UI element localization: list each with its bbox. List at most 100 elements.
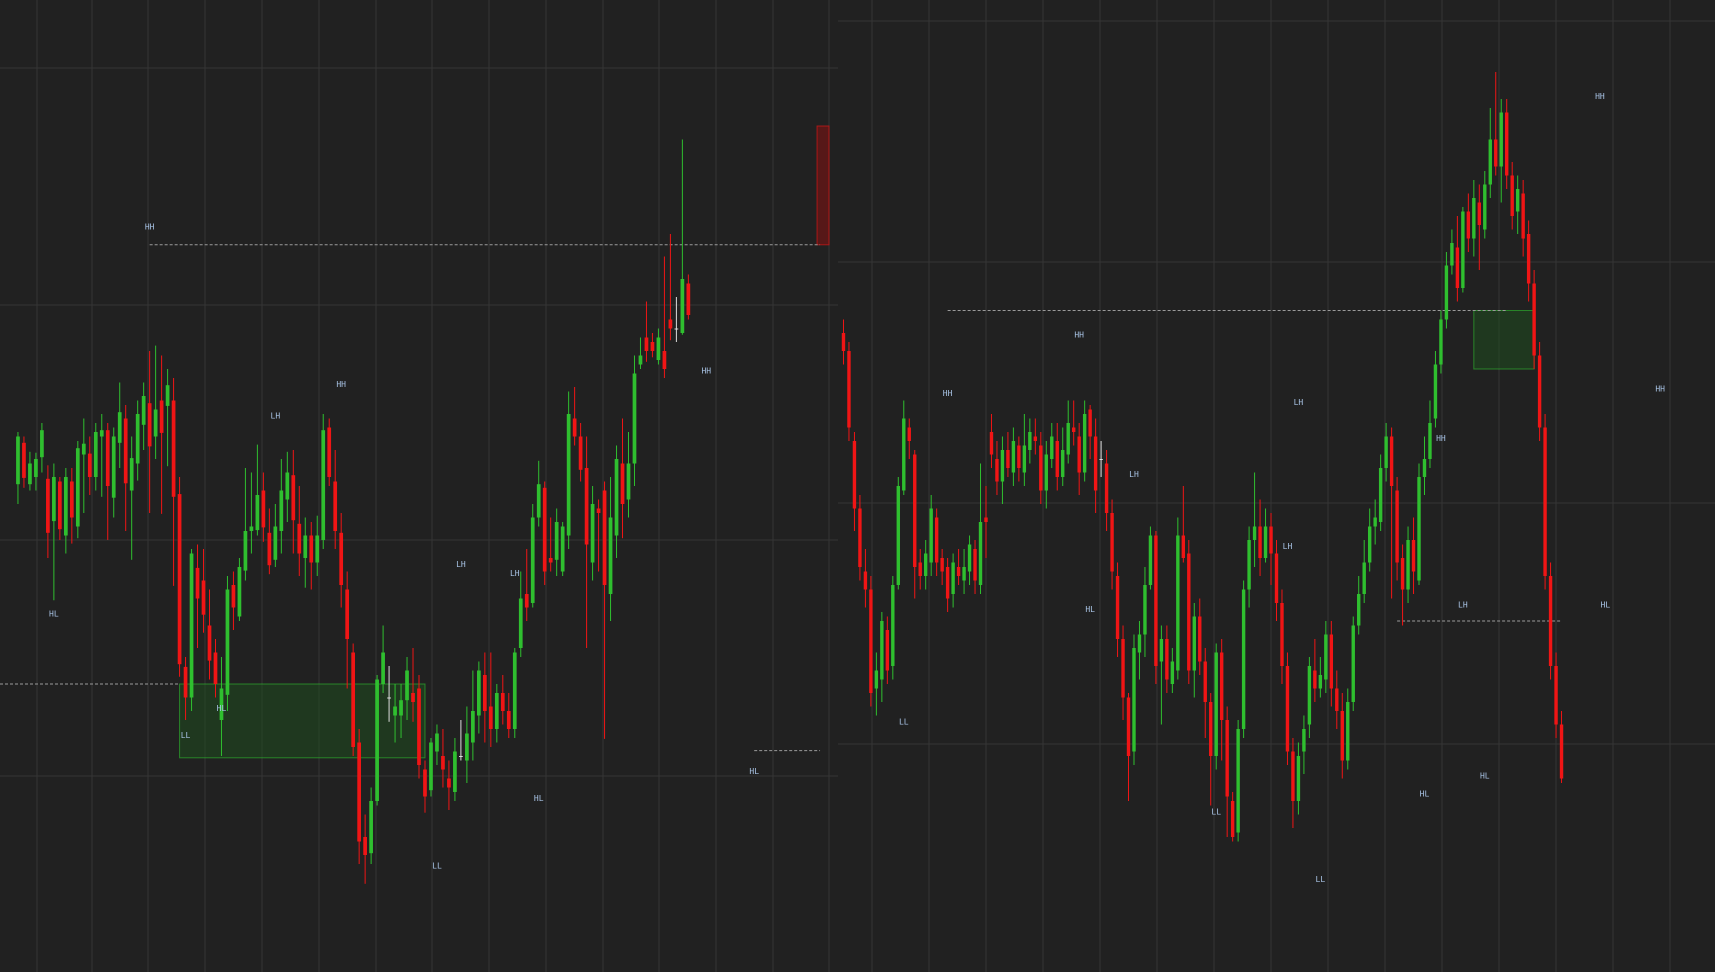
candle-bearish[interactable] [105, 423, 110, 540]
candle-bearish[interactable] [945, 558, 950, 612]
candle-bearish[interactable] [1335, 670, 1339, 730]
candle-bearish[interactable] [1400, 544, 1405, 626]
candle-bearish[interactable] [1537, 342, 1542, 441]
candle-bearish[interactable] [441, 729, 445, 788]
candle-bearish[interactable] [1329, 621, 1334, 707]
candle-bullish[interactable] [1318, 657, 1323, 698]
candle-bearish[interactable] [58, 477, 62, 540]
candle-bullish[interactable] [111, 427, 116, 518]
candle-bullish[interactable] [1483, 171, 1487, 239]
candle-bearish[interactable] [913, 450, 917, 599]
candle-bearish[interactable] [357, 729, 361, 864]
candle-bullish[interactable] [924, 540, 928, 590]
candle-bullish[interactable] [929, 495, 933, 576]
candle-bearish[interactable] [1181, 486, 1186, 563]
candle-bullish[interactable] [656, 328, 661, 365]
candle-bearish[interactable] [1521, 180, 1525, 257]
candle-bearish[interactable] [650, 333, 655, 358]
candle-bearish[interactable] [1033, 418, 1038, 455]
candle-bullish[interactable] [1373, 499, 1377, 545]
candle-bullish[interactable] [1444, 252, 1449, 329]
candle-bullish[interactable] [1170, 648, 1175, 693]
candle-bullish[interactable] [1066, 400, 1070, 464]
candle-bullish[interactable] [590, 486, 595, 581]
candle-bearish[interactable] [46, 465, 50, 558]
candle-bullish[interactable] [680, 139, 685, 335]
candlestick-chart-left[interactable]: HH HL LL HL LH HH LL LH LH HL HH HL [0, 0, 838, 972]
candle-bullish[interactable] [1247, 526, 1251, 608]
candle-bearish[interactable] [907, 418, 911, 460]
candle-bearish[interactable] [1039, 432, 1043, 504]
candle-bullish[interactable] [494, 684, 499, 743]
candle-bearish[interactable] [171, 378, 176, 586]
candle-bullish[interactable] [1159, 625, 1164, 725]
candle-bullish[interactable] [189, 549, 194, 711]
candle-bullish[interactable] [471, 670, 475, 761]
candle-bearish[interactable] [1088, 405, 1092, 459]
candle-bullish[interactable] [978, 463, 983, 595]
candle-bullish[interactable] [614, 445, 619, 559]
candle-bullish[interactable] [1406, 526, 1410, 604]
candle-bearish[interactable] [940, 549, 944, 585]
candle-bullish[interactable] [99, 414, 104, 497]
candle-bullish[interactable] [40, 423, 44, 473]
candle-bullish[interactable] [1082, 400, 1087, 482]
candle-bearish[interactable] [69, 468, 74, 544]
candle-bullish[interactable] [1236, 720, 1240, 842]
candle-bullish[interactable] [1192, 603, 1196, 698]
candle-bullish[interactable] [225, 576, 230, 711]
candle-bullish[interactable] [279, 459, 284, 554]
candle-bearish[interactable] [1055, 423, 1059, 491]
candle-bearish[interactable] [1291, 738, 1295, 828]
candle-bullish[interactable] [273, 504, 278, 567]
candle-bullish[interactable] [902, 400, 906, 496]
candle-bearish[interactable] [506, 693, 511, 738]
candle-bullish[interactable] [1515, 175, 1520, 235]
candle-bearish[interactable] [847, 342, 851, 441]
candle-bearish[interactable] [1543, 414, 1547, 590]
candle-bearish[interactable] [1280, 589, 1284, 685]
candle-bullish[interactable] [962, 549, 966, 594]
candle-bullish[interactable] [153, 345, 158, 459]
candle-bearish[interactable] [1219, 639, 1224, 761]
candle-bullish[interactable] [1450, 229, 1454, 275]
candle-bearish[interactable] [584, 436, 589, 649]
candle-bearish[interactable] [956, 549, 961, 585]
candle-bullish[interactable] [141, 382, 146, 451]
candle-bearish[interactable] [1285, 652, 1290, 766]
candle-bearish[interactable] [1154, 531, 1158, 684]
candle-bearish[interactable] [291, 450, 296, 554]
candle-bullish[interactable] [16, 432, 20, 504]
candle-bearish[interactable] [159, 355, 164, 514]
candle-bullish[interactable] [1357, 576, 1361, 635]
candle-bearish[interactable] [231, 571, 236, 631]
candle-bullish[interactable] [874, 652, 879, 716]
candle-bullish[interactable] [632, 355, 637, 487]
candle-bullish[interactable] [465, 706, 469, 784]
candle-bullish[interactable] [381, 625, 385, 694]
candle-bullish[interactable] [375, 675, 379, 806]
candle-bearish[interactable] [524, 549, 529, 621]
candle-bearish[interactable] [1389, 427, 1394, 599]
candle-bearish[interactable] [1532, 270, 1536, 369]
candle-bullish[interactable] [1499, 99, 1503, 203]
candle-bearish[interactable] [327, 418, 332, 487]
candle-bearish[interactable] [989, 414, 994, 468]
candle-bearish[interactable] [1505, 99, 1509, 189]
candle-bearish[interactable] [123, 405, 128, 531]
candle-bullish[interactable] [63, 468, 68, 554]
candle-bearish[interactable] [668, 234, 673, 341]
candle-bullish[interactable] [129, 436, 134, 560]
candle-bearish[interactable] [1395, 477, 1399, 581]
candle-bullish[interactable] [880, 612, 884, 702]
candle-bearish[interactable] [1269, 513, 1273, 585]
candle-bullish[interactable] [117, 382, 122, 469]
candle-bearish[interactable] [1455, 216, 1460, 302]
candle-bearish[interactable] [863, 549, 868, 608]
candle-bearish[interactable] [918, 549, 922, 590]
candle-bearish[interactable] [548, 517, 553, 572]
candle-bearish[interactable] [852, 432, 857, 531]
candle-bearish[interactable] [1071, 400, 1076, 446]
candle-bearish[interactable] [423, 760, 427, 813]
candle-bearish[interactable] [1203, 648, 1207, 738]
